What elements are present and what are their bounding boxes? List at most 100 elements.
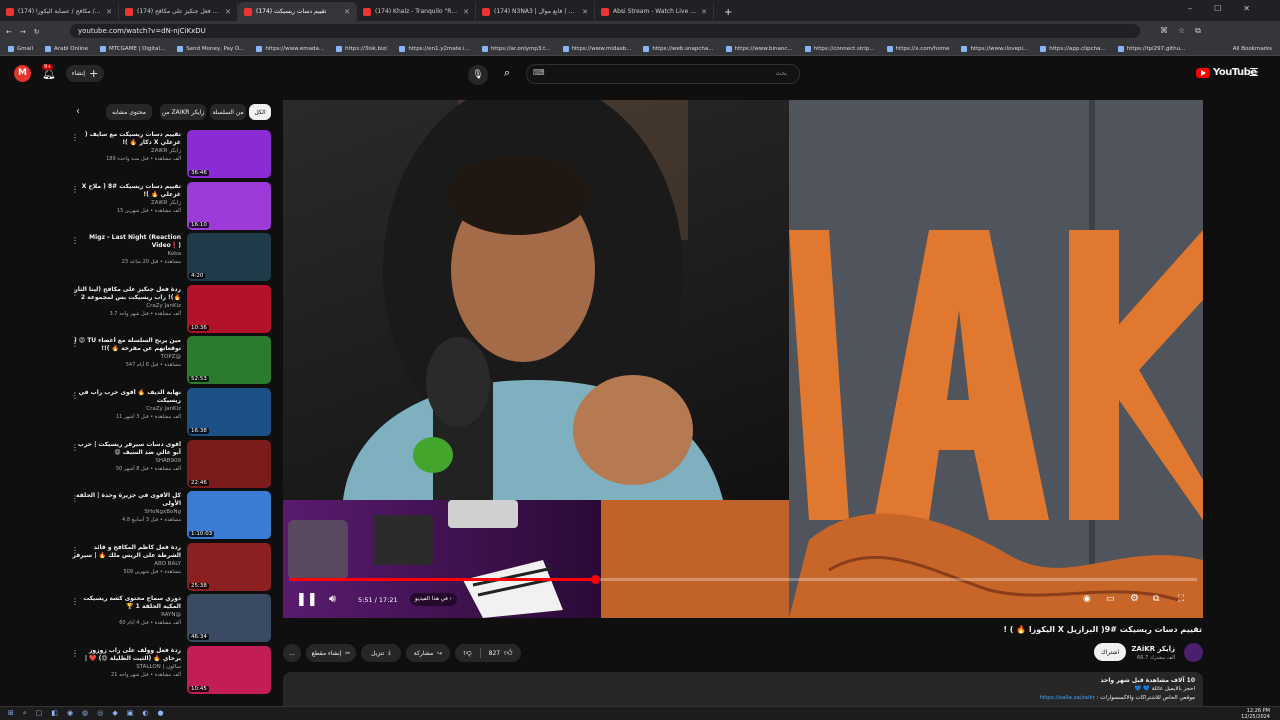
more-options-icon[interactable]: ⋮	[71, 597, 79, 606]
more-options-icon[interactable]: ⋮	[71, 133, 79, 142]
video-item-title[interactable]: ردة فعل كاظم المكافح و قائد الشرطة على ا…	[69, 544, 181, 560]
related-video-item[interactable]: 4:20 Migz - Last Night (Reaction Video❗) K…	[66, 233, 271, 283]
more-options-icon[interactable]: ⋮	[71, 494, 79, 503]
related-video-item[interactable]: 16:38 نهاية الديف 🔥 أقوى حرب راب في ريسيك…	[66, 388, 271, 438]
filter-chip[interactable]: من ZAiKR زايكر	[160, 104, 206, 120]
channel-name[interactable]: ZAiKR زايكر	[1131, 645, 1175, 653]
video-thumbnail[interactable]: 16:38	[187, 388, 271, 436]
related-video-item[interactable]: 16:10 تقييم دسات ريسيكت #8 ( ملاح X غزعلي…	[66, 181, 271, 232]
bookmark-item[interactable]: Send Money, Pay O...	[177, 45, 244, 52]
tab-close-icon[interactable]: ✕	[582, 8, 588, 16]
settings-icon[interactable]: ⚙	[1130, 593, 1139, 604]
url-field[interactable]: youtube.com/watch?v=dN-njCiKxDU	[70, 24, 1140, 38]
volume-icon[interactable]: 🔊︎	[329, 592, 336, 606]
window-controls[interactable]: –☐✕	[1188, 4, 1272, 13]
like-count[interactable]: 827	[489, 650, 500, 657]
video-item-title[interactable]: تقييم دسات ريسيكت #8 ( ملاح X غزعلي 🔥 )!	[69, 183, 181, 199]
video-item-channel[interactable]: Koba	[167, 251, 181, 257]
bookmark-item[interactable]: https://x.com/home	[886, 45, 949, 52]
video-item-title[interactable]: ردة فعل وولف على راب زوزوز يرحاي 🔥 (الثي…	[69, 647, 181, 663]
video-item-title[interactable]: تقييم دسات ريسيكت مع سايف ( غزعلي X دكار…	[69, 131, 181, 147]
video-player[interactable]	[283, 100, 1203, 618]
share-button[interactable]: مشاركة ↪	[406, 644, 450, 662]
tab-close-icon[interactable]: ✕	[701, 8, 707, 16]
browser-tab[interactable]: Absi Stream - Watch Live on Ki ✕	[595, 2, 714, 21]
bookmark-item[interactable]: Arabi Online	[45, 45, 88, 52]
more-actions-button[interactable]: ...	[283, 644, 301, 662]
video-thumbnail[interactable]: 36:46	[187, 130, 271, 178]
description-link[interactable]: https://salla.sa/zaikr	[1039, 695, 1094, 701]
more-options-icon[interactable]: ⋮	[71, 546, 79, 555]
bookmark-item[interactable]: https://www.emada...	[256, 45, 324, 52]
filter-chip[interactable]: محتوى مشابه	[106, 104, 152, 120]
search-icon[interactable]: ⌕	[504, 66, 510, 80]
more-options-icon[interactable]: ⋮	[71, 649, 79, 658]
related-video-item[interactable]: 25:38 ردة فعل كاظم المكافح و قائد الشرطة …	[66, 542, 271, 593]
subtitles-icon[interactable]: ▭	[1106, 594, 1115, 604]
more-options-icon[interactable]: ⋮	[71, 185, 79, 194]
bookmark-item[interactable]: Gmail	[8, 45, 33, 52]
pause-button[interactable]: ❚❚	[296, 592, 318, 607]
mic-button[interactable]: 🎙︎	[468, 65, 488, 85]
miniplayer-icon[interactable]: ⧉	[1153, 594, 1159, 604]
forward-icon[interactable]: →	[20, 28, 26, 36]
browser-tab[interactable]: (174) N3NA3 | فانع موال ( Offi ✕	[476, 2, 595, 21]
video-thumbnail[interactable]: 4:20	[187, 233, 271, 282]
browser-tab[interactable]: (174) Khalz - Tranquilo "Remix" ✕	[357, 2, 476, 21]
browser-toolbar-icons[interactable]: ⌘☆⧉	[1160, 26, 1211, 36]
related-video-item[interactable]: 46:34 دوري سماح محتوى كشة ريسيكت المكية ا…	[66, 594, 271, 644]
all-bookmarks[interactable]: All Bookmarks	[1233, 46, 1272, 52]
bookmark-item[interactable]: https://ar.onlymp3.t...	[481, 45, 551, 52]
video-item-title[interactable]: ردة فعل جنكيز على مكافح (لينا الثأر 🔥)! …	[69, 286, 181, 302]
taskbar-icons[interactable]: ⊞⌕▢◧◉◍◎◆▣◐●	[8, 709, 173, 718]
video-item-channel[interactable]: STALLON | سالون	[136, 664, 181, 670]
tab-close-icon[interactable]: ✕	[225, 8, 231, 16]
video-thumbnail[interactable]: 1:10:03	[187, 491, 271, 540]
video-item-channel[interactable]: ABO BALY	[154, 561, 181, 567]
bookmark-item[interactable]: https://tpi297.githu...	[1117, 45, 1185, 52]
back-icon[interactable]: ←	[6, 28, 12, 36]
taskbar-clock[interactable]: 12:26 PM 12/25/2024	[1241, 708, 1270, 720]
search-box[interactable]: بحث ⌨	[526, 64, 800, 84]
bookmark-item[interactable]: https://www.midasb...	[562, 45, 631, 52]
more-options-icon[interactable]: ⋮	[71, 391, 79, 400]
keyboard-icon[interactable]: ⌨	[533, 68, 545, 77]
browser-tab[interactable]: (174) تقييم دسات ريسيكت ✕	[238, 2, 357, 21]
like-icon[interactable]: 👍︎	[504, 648, 512, 658]
video-item-channel[interactable]: SHoNgxBoNg	[144, 509, 181, 515]
related-video-item[interactable]: 36:46 تقييم دسات ريسيكت مع سايف ( غزعلي X…	[66, 130, 271, 180]
browser-tab[interactable]: (174) ردة فعل جنكيز على مكافح ✕	[119, 2, 238, 21]
menu-icon[interactable]: ☰	[1249, 66, 1259, 79]
video-item-title[interactable]: دوري سماح محتوى كشة ريسيكت المكية الحلقة…	[69, 595, 181, 611]
more-options-icon[interactable]: ⋮	[71, 339, 79, 348]
video-item-channel[interactable]: CraZy JanKiz	[146, 303, 181, 309]
youtube-logo[interactable]: YouTube	[1196, 67, 1257, 78]
browser-tab[interactable]: (174) مكافح / عصابة اليكوزا / ... ✕	[0, 2, 119, 21]
video-thumbnail[interactable]: 22:46	[187, 439, 271, 488]
progress-scrubber[interactable]	[590, 575, 600, 584]
tab-close-icon[interactable]: ✕	[106, 8, 112, 16]
video-item-channel[interactable]: SHAB909	[155, 458, 181, 464]
more-options-icon[interactable]: ⋮	[71, 236, 79, 245]
video-item-title[interactable]: كل الأقوى في جزيرة وحدة | الحلقة الأولى	[69, 492, 181, 508]
chips-next-button[interactable]: ‹	[76, 106, 80, 117]
download-button[interactable]: تنزيل ⤓	[361, 644, 401, 662]
bookmark-item[interactable]: https://www.ilovepi...	[961, 45, 1028, 52]
related-video-item[interactable]: 22:46 أقوى دسات سيرفر ريسيكت | حرب أبو عا…	[66, 439, 271, 490]
more-options-icon[interactable]: ⋮	[71, 288, 79, 297]
related-video-item[interactable]: 52:53 مين يربح السلسلة مع أعضاء TU 😍 ( تو…	[66, 336, 271, 386]
bookmark-item[interactable]: https://web.snapcha...	[643, 45, 714, 52]
video-item-channel[interactable]: ZAiKR زايكر	[151, 148, 181, 154]
video-thumbnail[interactable]: 52:53	[187, 336, 271, 385]
video-item-title[interactable]: نهاية الديف 🔥 أقوى حرب راب في ريسيكت	[69, 389, 181, 405]
video-item-title[interactable]: مين يربح السلسلة مع أعضاء TU 😍 ( توقعاته…	[69, 337, 181, 353]
video-item-channel[interactable]: TOPZ@	[161, 354, 181, 360]
chapter-label[interactable]: في هذا الفيديو ›	[410, 593, 457, 606]
related-video-item[interactable]: 10:45 ردة فعل وولف على راب زوزوز يرحاي 🔥 …	[66, 646, 271, 696]
dislike-button[interactable]: 👎︎	[464, 648, 472, 658]
video-item-channel[interactable]: CraZy JanKiz	[146, 406, 181, 412]
avatar[interactable]: M	[14, 65, 31, 82]
related-video-item[interactable]: 10:36 ردة فعل جنكيز على مكافح (لينا الثأر…	[66, 284, 271, 335]
search-input[interactable]: بحث	[776, 70, 787, 77]
video-thumbnail[interactable]: 10:36	[187, 284, 271, 333]
